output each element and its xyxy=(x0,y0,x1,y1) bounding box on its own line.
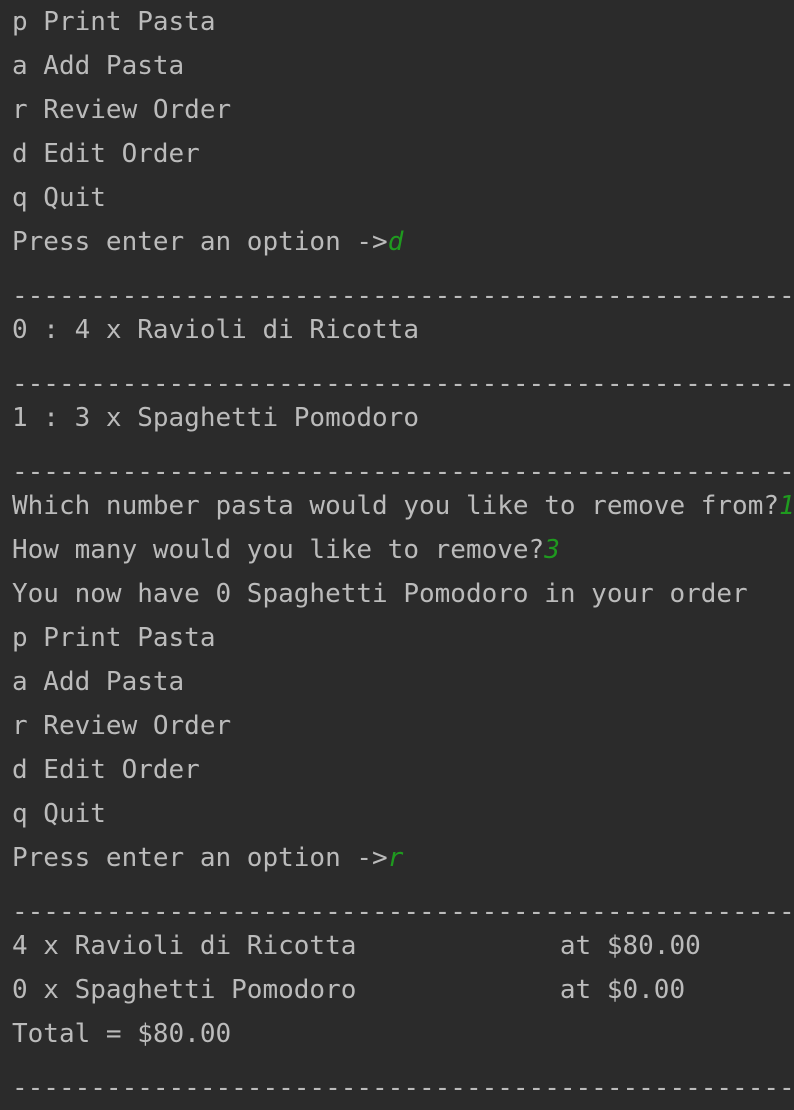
separator-line: ----------------------------------------… xyxy=(12,457,794,487)
prompt-line: Press enter an option ->r xyxy=(12,836,794,880)
output-line: Total = $80.00 xyxy=(12,1019,232,1049)
prompt-text: How many would you like to remove? xyxy=(12,535,545,565)
user-input: d xyxy=(387,227,404,257)
prompt-text: Which number pasta would you like to rem… xyxy=(12,491,780,521)
console-output: p Print Pasta a Add Pasta r Review Order d … xyxy=(0,0,794,1103)
separator-line: ----------------------------------------… xyxy=(12,281,794,311)
output-line: a Add Pasta xyxy=(12,667,185,697)
prompt-text: Press enter an option -> xyxy=(12,227,388,257)
output-line: p Print Pasta xyxy=(12,623,216,653)
output-line: r Review Order xyxy=(12,711,232,741)
prompt-text: Press enter an option -> xyxy=(12,843,388,873)
output-line: d Edit Order xyxy=(12,139,200,169)
prompt-line: How many would you like to remove?3 xyxy=(12,528,794,572)
user-input: 3 xyxy=(544,535,560,565)
output-line: r Review Order xyxy=(12,95,232,125)
output-line: 0 x Spaghetti Pomodoro at $0.00 xyxy=(12,975,686,1005)
output-line: p Print Pasta xyxy=(12,7,216,37)
user-input: r xyxy=(387,843,404,873)
output-line: You now have 0 Spaghetti Pomodoro in you… xyxy=(12,579,748,609)
output-line: q Quit xyxy=(12,799,106,829)
prompt-line: Press enter an option ->d xyxy=(12,220,794,264)
separator-line: ----------------------------------------… xyxy=(12,897,794,927)
separator-line: ----------------------------------------… xyxy=(12,1073,794,1103)
output-line: d Edit Order xyxy=(12,755,200,785)
output-line: a Add Pasta xyxy=(12,51,185,81)
output-line: q Quit xyxy=(12,183,106,213)
separator-line: ----------------------------------------… xyxy=(12,369,794,399)
user-input: 1 xyxy=(779,491,794,521)
